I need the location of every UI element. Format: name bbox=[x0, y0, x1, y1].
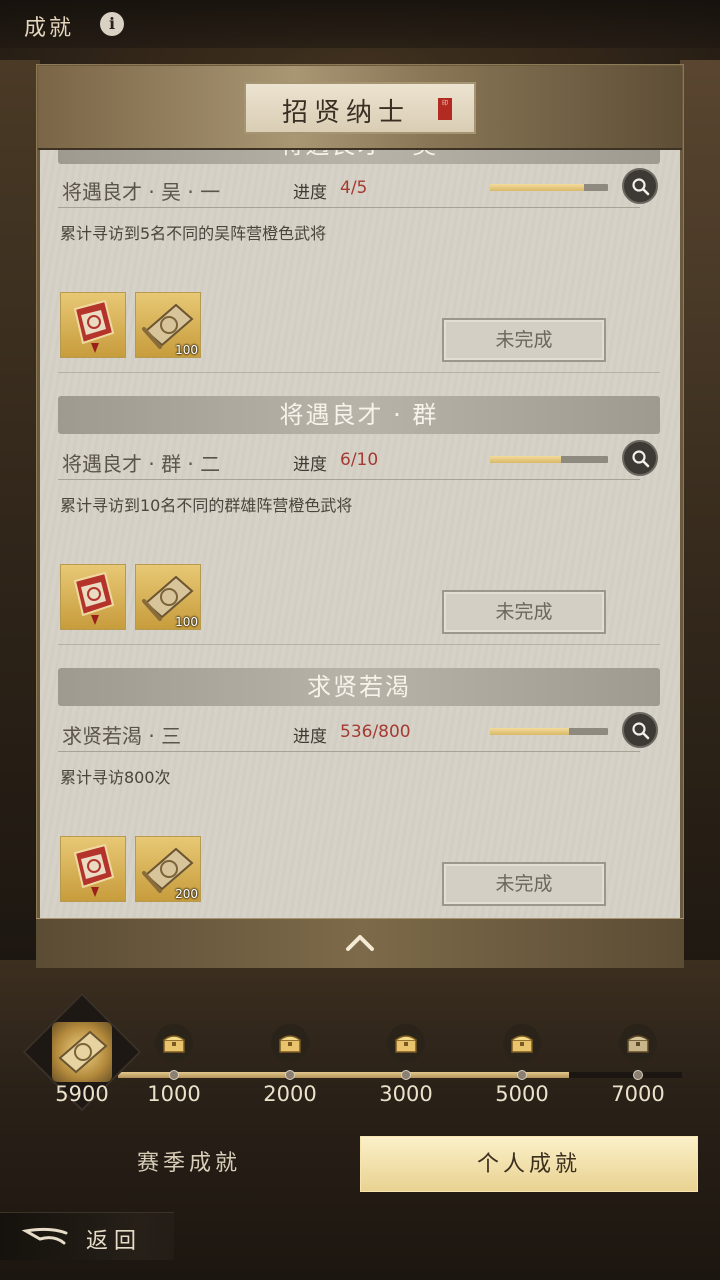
search-button[interactable] bbox=[622, 440, 658, 476]
chest-icon bbox=[627, 1035, 649, 1053]
reward-scroll[interactable]: 100 bbox=[135, 292, 201, 358]
task-row: 将遇良才 · 吴 · 一 进度 4/5 bbox=[58, 168, 660, 208]
milestone-chest-1000[interactable] bbox=[155, 1024, 193, 1062]
progress-fill bbox=[490, 728, 570, 735]
background-right bbox=[680, 60, 720, 960]
status-incomplete-button[interactable]: 未完成 bbox=[442, 318, 606, 362]
status-incomplete-button[interactable]: 未完成 bbox=[442, 590, 606, 634]
chest-icon bbox=[395, 1035, 417, 1053]
command-token-icon bbox=[73, 299, 115, 353]
milestone-chest-3000[interactable] bbox=[387, 1024, 425, 1062]
chevron-up-icon bbox=[346, 935, 374, 951]
tab-season-achievements[interactable]: 赛季成就 bbox=[20, 1136, 358, 1192]
task-name: 将遇良才 · 吴 · 一 bbox=[62, 180, 221, 204]
progress-label: 进度 bbox=[293, 455, 327, 475]
back-button[interactable]: 返回 bbox=[0, 1212, 174, 1260]
command-token-icon bbox=[73, 571, 115, 625]
progress-bar bbox=[490, 184, 608, 191]
search-icon bbox=[632, 722, 650, 740]
panel-title: 招贤纳士 bbox=[281, 98, 410, 128]
progress-fill bbox=[490, 184, 585, 191]
progress-value: 4/5 bbox=[340, 178, 368, 198]
task-name: 将遇良才 · 群 · 二 bbox=[62, 452, 221, 476]
milestone-dot bbox=[633, 1070, 643, 1080]
back-arrow-icon bbox=[21, 1227, 68, 1245]
reward-scroll[interactable]: 100 bbox=[135, 564, 201, 630]
search-button[interactable] bbox=[622, 168, 658, 204]
chest-icon bbox=[163, 1035, 185, 1053]
chest-icon bbox=[511, 1035, 533, 1053]
tab-personal-achievements[interactable]: 个人成就 bbox=[360, 1136, 698, 1192]
search-icon bbox=[632, 178, 650, 196]
progress-bar bbox=[490, 456, 608, 463]
milestone-label: 2000 bbox=[263, 1082, 317, 1106]
milestone-label: 5000 bbox=[495, 1082, 549, 1106]
milestone-chest-7000[interactable] bbox=[619, 1024, 657, 1062]
info-icon[interactable]: i bbox=[100, 12, 124, 36]
section-header-qun: 将遇良才 · 群 bbox=[58, 396, 660, 434]
task-row: 求贤若渴 · 三 进度 536/800 bbox=[58, 712, 660, 752]
page-title: 成就 bbox=[24, 16, 75, 41]
chest-icon bbox=[279, 1035, 301, 1053]
milestone-track-fill bbox=[118, 1072, 570, 1078]
search-button[interactable] bbox=[622, 712, 658, 748]
milestone-label: 3000 bbox=[379, 1082, 433, 1106]
task-description: 累计寻访800次 bbox=[60, 768, 171, 787]
progress-label: 进度 bbox=[293, 727, 327, 747]
progress-value: 6/10 bbox=[340, 450, 379, 470]
task-description: 累计寻访到5名不同的吴阵营橙色武将 bbox=[60, 224, 327, 243]
milestone-dot bbox=[517, 1070, 527, 1080]
top-bar: 成就 i bbox=[0, 0, 720, 48]
reward-command-token[interactable] bbox=[60, 564, 126, 630]
collapse-panel-button[interactable] bbox=[36, 918, 684, 968]
command-token-icon bbox=[73, 843, 115, 897]
milestone-label: 1000 bbox=[147, 1082, 201, 1106]
reward-command-token[interactable] bbox=[60, 292, 126, 358]
milestone-dot bbox=[401, 1070, 411, 1080]
seal-stamp-icon: 印 bbox=[438, 98, 452, 120]
progress-fill bbox=[490, 456, 561, 463]
milestone-chest-2000[interactable] bbox=[271, 1024, 309, 1062]
section-header-qiuxian: 求贤若渴 bbox=[58, 668, 660, 706]
milestone-label: 7000 bbox=[611, 1082, 665, 1106]
milestone-chest-5000[interactable] bbox=[503, 1024, 541, 1062]
task-list[interactable]: 将遇良才 · 吴 将遇良才 · 吴 · 一 进度 4/5 累计寻访到5名不同的吴… bbox=[40, 150, 680, 918]
milestone-dot bbox=[285, 1070, 295, 1080]
progress-label: 进度 bbox=[293, 183, 327, 203]
section-header-wu: 将遇良才 · 吴 bbox=[58, 150, 660, 164]
panel-title-plaque: 招贤纳士 印 bbox=[244, 82, 476, 134]
scroll-icon bbox=[52, 1022, 112, 1082]
current-points: 5900 bbox=[55, 1082, 109, 1106]
task-description: 累计寻访到10名不同的群雄阵营橙色武将 bbox=[60, 496, 353, 515]
task-row: 将遇良才 · 群 · 二 进度 6/10 bbox=[58, 440, 660, 480]
search-icon bbox=[632, 450, 650, 468]
progress-value: 536/800 bbox=[340, 722, 411, 742]
milestone-dot bbox=[169, 1070, 179, 1080]
background-left bbox=[0, 60, 40, 960]
reward-scroll[interactable]: 200 bbox=[135, 836, 201, 902]
status-incomplete-button[interactable]: 未完成 bbox=[442, 862, 606, 906]
reward-command-token[interactable] bbox=[60, 836, 126, 902]
task-name: 求贤若渴 · 三 bbox=[62, 724, 182, 748]
progress-bar bbox=[490, 728, 608, 735]
